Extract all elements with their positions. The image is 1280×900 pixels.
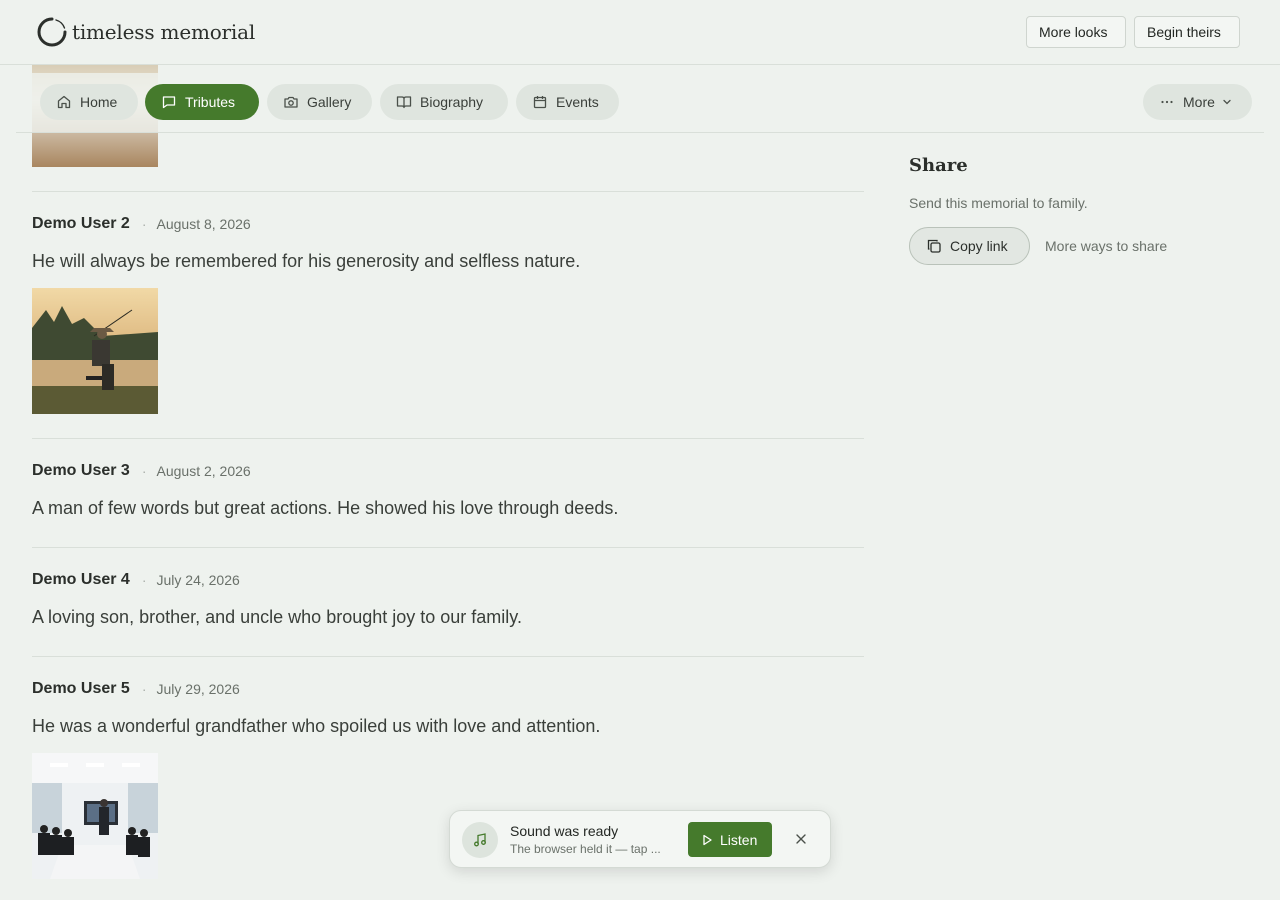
- tribute-header: Demo User 2 · August 8, 2026: [32, 215, 251, 233]
- separator-dot: ·: [141, 572, 147, 588]
- tribute-header: Demo User 3 · August 2, 2026: [32, 462, 251, 480]
- tab-tributes-label: Tributes: [185, 94, 236, 110]
- message-square-icon: [162, 96, 176, 109]
- brand-logo[interactable]: timeless memorial: [36, 16, 255, 48]
- tribute-message: A man of few words but great actions. He…: [32, 498, 619, 518]
- begin-theirs-button[interactable]: Begin theirs: [1134, 16, 1240, 48]
- share-subtitle: Send this memorial to family.: [909, 195, 1088, 211]
- memorial-nav: Home Tributes Gallery Biography Events M…: [16, 73, 1264, 133]
- tribute-divider: [32, 438, 864, 439]
- chevron-down-icon: [1223, 99, 1231, 105]
- listen-button[interactable]: Listen: [688, 822, 772, 857]
- more-ways-to-share-link[interactable]: More ways to share: [1045, 238, 1167, 254]
- listen-label: Listen: [720, 831, 758, 848]
- more-looks-button[interactable]: More looks: [1026, 16, 1126, 48]
- tribute-divider: [32, 191, 864, 192]
- more-menu-button[interactable]: More: [1143, 84, 1252, 120]
- brand-name: timeless memorial: [72, 20, 256, 44]
- tribute-header: Demo User 4 · July 24, 2026: [32, 571, 240, 589]
- calendar-icon: [533, 96, 547, 109]
- tab-events-label: Events: [556, 94, 599, 110]
- separator-dot: ·: [141, 216, 147, 232]
- book-open-icon: [396, 96, 412, 109]
- tribute-date: August 8, 2026: [156, 216, 251, 232]
- tribute-message: He was a wonderful grandfather who spoil…: [32, 716, 601, 736]
- camera-icon: [284, 96, 298, 108]
- toast-subtitle: The browser held it — tap ...: [510, 842, 661, 856]
- tribute-author: Demo User 3: [32, 462, 130, 479]
- toast-icon-badge: [462, 822, 498, 858]
- tribute-date: August 2, 2026: [156, 463, 251, 479]
- more-horizontal-icon: [1161, 100, 1173, 104]
- music-note-icon: [474, 833, 486, 847]
- tribute-message: He will always be remembered for his gen…: [32, 251, 581, 271]
- play-icon: [703, 834, 712, 845]
- copy-link-button[interactable]: Copy link: [909, 227, 1030, 265]
- toast-title: Sound was ready: [510, 823, 619, 839]
- separator-dot: ·: [141, 681, 147, 697]
- site-header: timeless memorial More looks Begin their…: [0, 0, 1280, 65]
- more-menu-label: More: [1183, 94, 1215, 110]
- tribute-author: Demo User 4: [32, 571, 130, 588]
- share-heading: Share: [909, 155, 968, 176]
- tribute-divider: [32, 656, 864, 657]
- tribute-author: Demo User 5: [32, 680, 130, 697]
- tab-biography[interactable]: Biography: [380, 84, 508, 120]
- separator-dot: ·: [141, 463, 147, 479]
- tab-gallery[interactable]: Gallery: [267, 84, 372, 120]
- tribute-photo[interactable]: [32, 288, 158, 414]
- tab-home[interactable]: Home: [40, 84, 138, 120]
- tab-tributes[interactable]: Tributes: [145, 84, 259, 120]
- meeting-room-image: [32, 753, 158, 879]
- close-icon: [796, 834, 806, 844]
- tab-gallery-label: Gallery: [307, 94, 352, 110]
- toast-close-button[interactable]: [790, 828, 812, 850]
- copy-icon: [927, 239, 941, 253]
- tribute-photo[interactable]: [32, 753, 158, 879]
- tab-home-label: Home: [80, 94, 118, 110]
- sound-toast: Sound was ready The browser held it — ta…: [449, 810, 831, 868]
- home-icon: [57, 95, 71, 109]
- tribute-date: July 29, 2026: [156, 681, 240, 697]
- tribute-author: Demo User 2: [32, 215, 130, 232]
- tribute-header: Demo User 5 · July 29, 2026: [32, 680, 240, 698]
- tribute-message: A loving son, brother, and uncle who bro…: [32, 607, 522, 627]
- tribute-date: July 24, 2026: [156, 572, 240, 588]
- logo-ring-icon: [37, 17, 67, 47]
- tab-events[interactable]: Events: [516, 84, 619, 120]
- copy-link-label: Copy link: [950, 238, 1008, 254]
- fishing-lake-image: [32, 288, 158, 414]
- tab-biography-label: Biography: [420, 94, 484, 110]
- tribute-divider: [32, 547, 864, 548]
